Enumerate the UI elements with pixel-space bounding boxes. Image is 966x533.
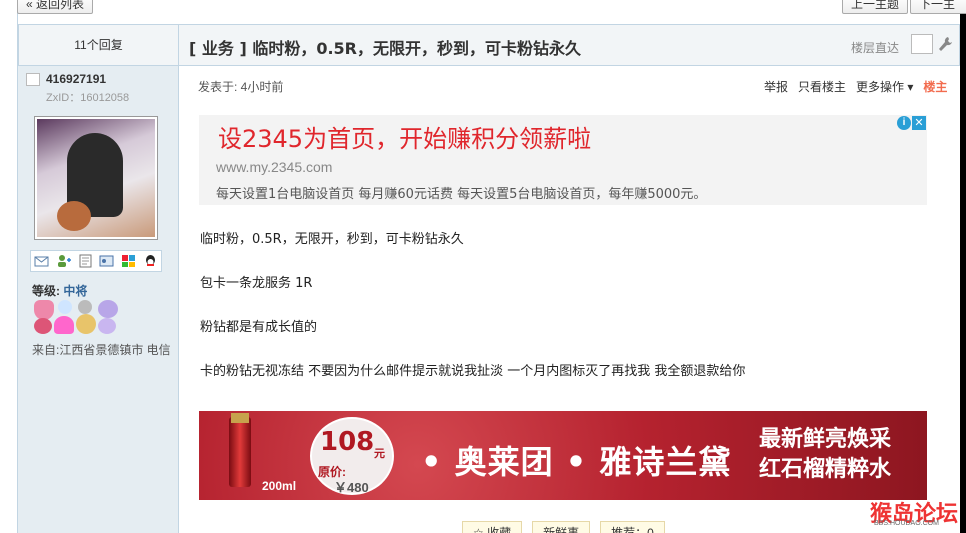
author-level-value[interactable]: 中将	[63, 284, 87, 298]
price-now: 108	[320, 427, 375, 457]
product-volume: 200ml	[262, 479, 297, 493]
author-action-icons	[30, 250, 162, 272]
back-to-list-button[interactable]: « 返回列表	[17, 0, 94, 14]
product-bottle-image	[229, 417, 251, 487]
add-friend-icon[interactable]	[56, 254, 71, 268]
ad-info-icon[interactable]: i	[897, 116, 911, 130]
ad-banner-2345[interactable]: 设2345为首页，开始赚积分领薪啦 www.my.2345.com 每天设置1台…	[199, 115, 927, 205]
blocks-icon[interactable]	[121, 254, 136, 268]
prev-thread-button[interactable]: 上一主题	[842, 0, 909, 14]
post-actions: 举报 只看楼主 更多操作 ▾ 楼主	[764, 78, 947, 95]
more-actions-dropdown[interactable]: 更多操作 ▾	[856, 78, 913, 95]
ad-slogan: 最新鲜亮焕采 红石榴精粹水	[759, 425, 891, 485]
medal-icons	[32, 300, 122, 340]
page-left-edge	[0, 0, 18, 533]
ad-brand: • 奥莱团 • 雅诗兰黛	[421, 443, 732, 481]
price-badge: 108 元 原价: ￥480	[310, 417, 394, 495]
post-paragraph: 包卡一条龙服务 1R	[200, 276, 313, 291]
ad-slogan-line1: 最新鲜亮焕采	[759, 427, 892, 452]
floor-jump-label: 楼层直达	[850, 41, 899, 55]
only-author-link[interactable]: 只看楼主	[798, 78, 846, 95]
author-origin: 来自:江西省景德镇市 电信	[32, 343, 171, 357]
medal-icon[interactable]	[34, 318, 52, 334]
post-paragraph: 临时粉，0.5R，无限开，秒到，可卡粉钻永久	[200, 232, 464, 247]
watermark-url: BBS.HOUDAO.COM	[874, 520, 939, 527]
site-watermark: 猴岛论坛 BBS.HOUDAO.COM	[870, 496, 962, 527]
post-bottom-actions: ☆ 收藏 新鲜事 推荐：0	[462, 521, 665, 533]
profile-icon[interactable]	[78, 254, 93, 268]
price-unit: 元	[374, 448, 385, 460]
post-paragraph: 粉钻都是有成长值的	[200, 320, 318, 335]
ad-banner-estee-lauder[interactable]: 200ml 108 元 原价: ￥480 • 奥莱团 • 雅诗兰黛 最新鲜亮焕采…	[199, 411, 927, 500]
post-time: 发表于: 4小时前	[198, 80, 284, 94]
product-bottle-cap	[231, 413, 249, 423]
medal-icon[interactable]	[58, 300, 72, 314]
ad-description[interactable]: 每天设置1台电脑设首页 每月赚60元话费 每天设置5台电脑设首页，每年赚5000…	[216, 183, 706, 202]
wrench-icon[interactable]	[937, 35, 953, 53]
next-thread-button[interactable]: 下一主题	[910, 0, 966, 14]
thread-title: [ 业务 ] 临时粉，0.5R，无限开，秒到，可卡粉钻永久	[189, 39, 582, 58]
recommend-button[interactable]: 推荐：0	[600, 521, 665, 533]
avatar-image	[37, 119, 155, 237]
price-original: ￥480	[334, 480, 369, 495]
page-right-edge	[960, 0, 966, 533]
post-paragraph: 卡的粉钻无视冻结 不要因为什么邮件提示就说我扯淡 一个月内图标灭了再找我 我全额…	[200, 364, 746, 379]
author-level: 等级: 中将	[32, 284, 88, 298]
author-username[interactable]: 416927191	[46, 72, 106, 86]
medal-icon[interactable]	[78, 300, 92, 314]
ad-close-icon[interactable]: ✕	[912, 116, 926, 130]
message-icon[interactable]	[34, 254, 49, 268]
medal-icon[interactable]	[34, 300, 54, 320]
author-zxid: ZxID：16012058	[46, 92, 130, 104]
reply-count: 11个回复	[19, 25, 179, 65]
medal-icon[interactable]	[98, 318, 116, 334]
medal-icon[interactable]	[98, 300, 118, 318]
report-link[interactable]: 举报	[764, 78, 788, 95]
card-icon[interactable]	[99, 254, 114, 268]
ad-url[interactable]: www.my.2345.com	[216, 159, 332, 175]
fresh-news-button[interactable]: 新鲜事	[532, 521, 591, 533]
heart-medal-icon[interactable]	[54, 316, 74, 334]
crown-medal-icon[interactable]	[76, 314, 96, 334]
avatar[interactable]	[34, 116, 158, 240]
author-sidebar: 416927191 ZxID：16012058 等级: 中将 来自:江西省景德镇…	[18, 66, 179, 533]
post-content: 临时粉，0.5R，无限开，秒到，可卡粉钻永久 包卡一条龙服务 1R 粉钻都是有成…	[200, 232, 745, 408]
floor-label[interactable]: 楼主	[923, 78, 947, 95]
favorite-button[interactable]: ☆ 收藏	[462, 521, 523, 533]
ad-slogan-line2: 红石榴精粹水	[759, 457, 892, 482]
ad-headline[interactable]: 设2345为首页，开始赚积分领薪啦	[218, 119, 591, 154]
thread-header: 11个回复 [ 业务 ] 临时粉，0.5R，无限开，秒到，可卡粉钻永久 楼层直达	[18, 24, 960, 66]
online-status-icon	[26, 72, 40, 86]
floor-jump-input[interactable]	[911, 34, 933, 54]
author-row: 416927191	[26, 72, 106, 86]
qq-icon[interactable]	[143, 254, 158, 268]
